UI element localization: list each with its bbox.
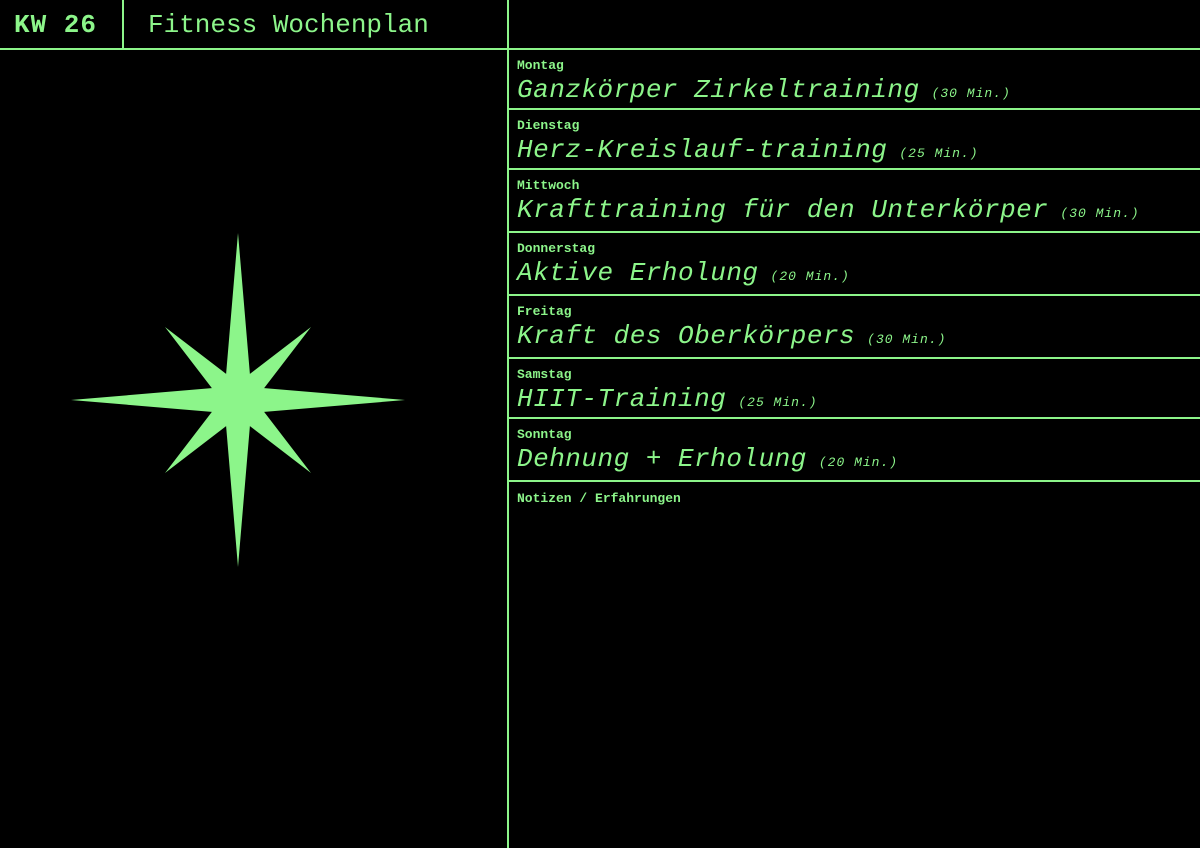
- day-name: Mittwoch: [517, 178, 580, 193]
- week-number: KW 26: [14, 10, 98, 40]
- workout-text: Ganzkörper Zirkeltraining (30 Min.): [517, 75, 1011, 105]
- day-name: Freitag: [517, 304, 572, 319]
- workout-duration: (25 Min.): [738, 395, 818, 410]
- workout-name: Kraft des Oberkörpers: [517, 321, 856, 351]
- day-row-sonntag: Sonntag Dehnung + Erholung (20 Min.): [509, 419, 1200, 482]
- workout-duration: (25 Min.): [899, 146, 979, 161]
- day-name: Sonntag: [517, 427, 572, 442]
- workout-text: HIIT-Training (25 Min.): [517, 384, 818, 414]
- day-row-dienstag: Dienstag Herz-Kreislauf-training (25 Min.…: [509, 110, 1200, 170]
- workout-duration: (30 Min.): [1060, 206, 1140, 221]
- day-name: Samstag: [517, 367, 572, 382]
- workout-name: HIIT-Training: [517, 384, 727, 414]
- workout-text: Krafttraining für den Unterkörper (30 Min…: [517, 195, 1140, 225]
- workout-name: Dehnung + Erholung: [517, 444, 807, 474]
- notes-area[interactable]: Notizen / Erfahrungen: [509, 482, 1200, 842]
- workout-text: Dehnung + Erholung (20 Min.): [517, 444, 898, 474]
- day-name: Dienstag: [517, 118, 580, 133]
- day-row-montag: Montag Ganzkörper Zirkeltraining (30 Min.…: [509, 50, 1200, 110]
- page-header: KW 26 Fitness Wochenplan: [0, 0, 1200, 50]
- workout-duration: (30 Min.): [867, 332, 947, 347]
- workout-duration: (20 Min.): [818, 455, 899, 470]
- day-name: Montag: [517, 58, 564, 73]
- workout-name: Herz-Kreislauf-training: [517, 135, 888, 165]
- day-row-freitag: Freitag Kraft des Oberkörpers (30 Min.): [509, 296, 1200, 359]
- workout-name: Krafttraining für den Unterkörper: [517, 195, 1049, 225]
- page-title: Fitness Wochenplan: [148, 10, 429, 40]
- workout-name: Ganzkörper Zirkeltraining: [517, 75, 920, 105]
- day-name: Donnerstag: [517, 241, 596, 256]
- week-schedule: Montag Ganzkörper Zirkeltraining (30 Min.…: [509, 50, 1200, 842]
- day-row-samstag: Samstag HIIT-Training (25 Min.): [509, 359, 1200, 419]
- day-row-donnerstag: Donnerstag Aktive Erholung (20 Min.): [509, 233, 1200, 296]
- workout-text: Aktive Erholung (20 Min.): [517, 258, 850, 288]
- workout-duration: (30 Min.): [931, 86, 1011, 101]
- eight-point-star-icon: [71, 233, 405, 567]
- day-row-mittwoch: Mittwoch Krafttraining für den Unterkörp…: [509, 170, 1200, 233]
- workout-name: Aktive Erholung: [517, 258, 759, 288]
- notes-label: Notizen / Erfahrungen: [517, 491, 681, 506]
- header-divider: [122, 0, 124, 48]
- workout-text: Herz-Kreislauf-training (25 Min.): [517, 135, 979, 165]
- workout-duration: (20 Min.): [770, 269, 850, 284]
- workout-text: Kraft des Oberkörpers (30 Min.): [517, 321, 946, 351]
